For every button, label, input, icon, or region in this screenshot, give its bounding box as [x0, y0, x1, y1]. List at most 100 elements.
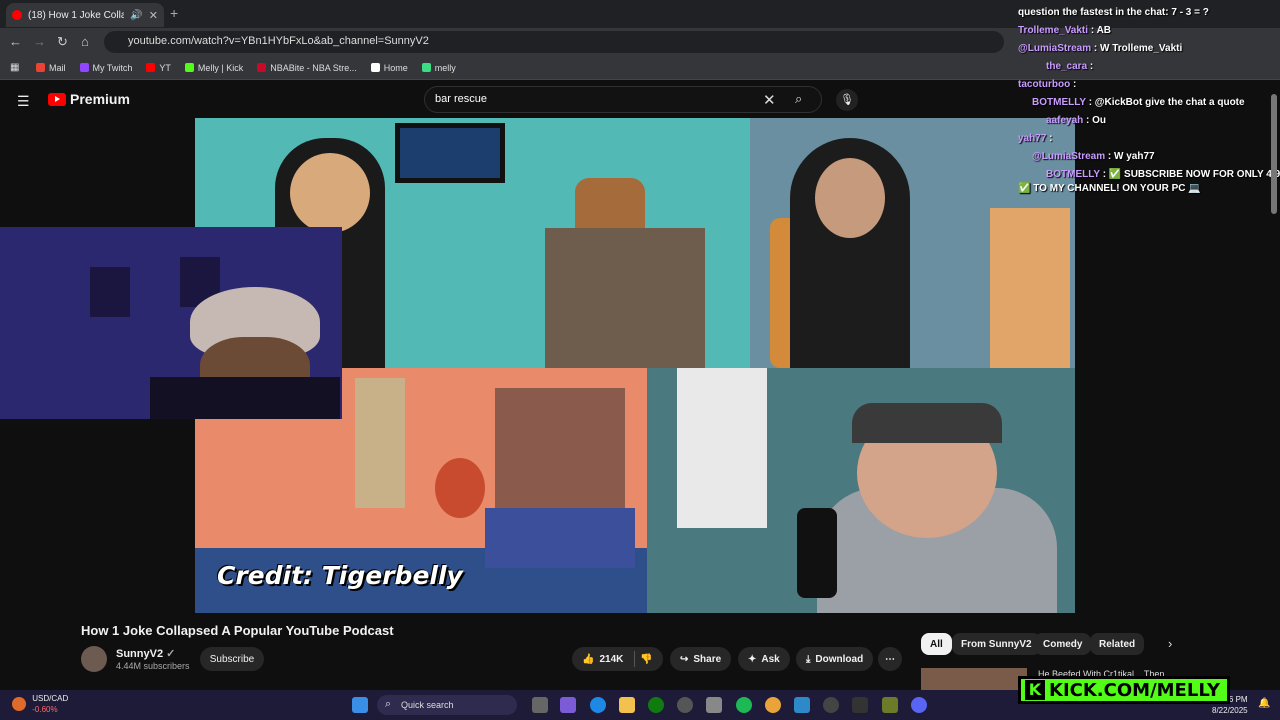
file-explorer-icon[interactable]: [619, 697, 635, 713]
video-panel-bottom-right: [647, 368, 1075, 613]
channel-avatar[interactable]: [81, 646, 107, 672]
recommended-thumbnail[interactable]: [921, 668, 1027, 690]
notification-icon[interactable]: 🔔: [1258, 698, 1270, 709]
taskbar-search[interactable]: ⌕ Quick search: [377, 695, 517, 715]
chat-message: @LumiaStream : W Trolleme_Vakti: [1018, 43, 1183, 54]
kick-channel-banner: K KICK.COM/MELLY: [1018, 676, 1230, 704]
back-icon[interactable]: ←: [9, 34, 22, 49]
verified-icon: ✓: [166, 648, 176, 660]
download-button[interactable]: ⤓ Download: [796, 647, 874, 671]
video-title: How 1 Joke Collapsed A Popular YouTube P…: [81, 623, 394, 638]
couch: [485, 508, 635, 568]
obs-icon[interactable]: [852, 697, 868, 713]
task-view-icon[interactable]: [532, 697, 548, 713]
github-icon[interactable]: [677, 697, 693, 713]
more-actions-button[interactable]: ⋯: [878, 647, 902, 671]
kick-logo-icon: K: [1025, 680, 1045, 700]
chat-message: the_cara :: [1046, 61, 1094, 72]
search-box: ✕ ⌕: [424, 86, 822, 113]
wall-frame: [395, 123, 505, 183]
youtube-logo[interactable]: Premium: [48, 91, 130, 107]
microphone: [797, 508, 837, 598]
host-face: [290, 153, 370, 233]
ticker-widget[interactable]: USD/CAD -0.60%: [12, 693, 68, 715]
photos-icon[interactable]: [794, 697, 810, 713]
new-tab-icon[interactable]: +: [170, 5, 178, 21]
chrome-icon[interactable]: [765, 697, 781, 713]
cartoon-head: [435, 458, 485, 518]
nba-icon: [257, 63, 267, 72]
media-icon[interactable]: [823, 697, 839, 713]
bookmark-mail[interactable]: Mail: [36, 63, 66, 73]
chat-message: @LumiaStream : W yah77: [1032, 151, 1155, 162]
copilot-icon[interactable]: [560, 697, 576, 713]
edge-icon[interactable]: [590, 697, 606, 713]
thumbs-down-icon[interactable]: 👎: [640, 654, 652, 665]
bookmark-kick[interactable]: Melly | Kick: [184, 63, 243, 73]
close-tab-icon[interactable]: ✕: [149, 9, 158, 22]
chat-message: yah77 :: [1018, 133, 1053, 144]
thumbs-up-icon: 👍: [582, 653, 595, 665]
store-icon[interactable]: [706, 697, 722, 713]
melly-icon: [421, 63, 431, 72]
ticker-icon: [12, 697, 26, 711]
browser-tab[interactable]: (18) How 1 Joke Collapsed 🔊 ✕: [6, 3, 164, 27]
streamer-facecam: [0, 227, 342, 419]
wall-frame: [90, 267, 130, 317]
share-button[interactable]: ↪ Share: [670, 647, 732, 671]
bookmark-home[interactable]: Home: [370, 63, 408, 73]
windows-start-icon[interactable]: [352, 697, 368, 713]
video-credit-overlay: Credit: Tigerbelly: [217, 561, 463, 590]
search-icon: ⌕: [385, 698, 392, 710]
chat-message: aafeyah : Ou: [1046, 115, 1107, 126]
subscriber-count: 4.44M subscribers: [116, 661, 190, 671]
streamer-body: [150, 377, 340, 419]
mic-icon[interactable]: 🎙: [836, 89, 858, 111]
headphones: [852, 403, 1002, 443]
cabinet: [545, 228, 705, 368]
like-count: 214K: [599, 653, 624, 665]
chat-message: BOTMELLY : @KickBot give the chat a quot…: [1032, 97, 1245, 108]
twitch-icon: [79, 63, 89, 72]
channel-name[interactable]: SunnyV2 ✓: [116, 647, 175, 660]
bookmark-twitch[interactable]: My Twitch: [79, 63, 132, 73]
app-icon[interactable]: [882, 697, 898, 713]
chat-message: Trolleme_Vakti : AB: [1018, 25, 1112, 36]
subscribe-button[interactable]: Subscribe: [200, 647, 264, 671]
search-input[interactable]: [435, 93, 735, 105]
menu-icon[interactable]: ☰: [17, 93, 30, 110]
audio-icon[interactable]: 🔊: [130, 10, 142, 21]
page-scrollbar[interactable]: [1271, 94, 1277, 214]
chat-message: question the fastest in the chat: 7 - 3 …: [1018, 7, 1209, 18]
chip-comedy[interactable]: Comedy: [1034, 633, 1092, 655]
chip-from-sunnyv2[interactable]: From SunnyV2: [952, 633, 1041, 655]
address-bar[interactable]: youtube.com/watch?v=YBn1HYbFxLo&ab_chann…: [104, 31, 1004, 53]
spotify-icon[interactable]: [736, 697, 752, 713]
bookmark-yt[interactable]: YT: [146, 63, 171, 73]
chip-related[interactable]: Related: [1090, 633, 1145, 655]
kick-icon: [184, 63, 194, 72]
search-icon[interactable]: ⌕: [795, 91, 802, 107]
youtube-favicon-icon: [12, 10, 22, 20]
discord-icon[interactable]: [911, 697, 927, 713]
youtube-icon: [146, 63, 156, 72]
like-button[interactable]: 👍 214K 👎: [572, 647, 663, 671]
xbox-icon[interactable]: [648, 697, 664, 713]
chat-message: ✅ TO MY CHANNEL! ON YOUR PC 💻: [1018, 183, 1201, 194]
reload-icon[interactable]: ↻: [57, 34, 68, 50]
ask-button[interactable]: ✦ Ask: [738, 647, 790, 671]
bookmark-melly[interactable]: melly: [421, 63, 456, 73]
bookmark-nbabite[interactable]: NBABite - NBA Stre...: [257, 63, 357, 73]
chat-message: tacoturboo :: [1018, 79, 1077, 90]
chevron-right-icon[interactable]: ›: [1168, 636, 1172, 651]
chip-all[interactable]: All: [921, 633, 952, 655]
forward-icon[interactable]: →: [33, 34, 46, 49]
home-icon[interactable]: ⌂: [81, 34, 89, 49]
youtube-play-icon: [48, 92, 66, 106]
apps-icon[interactable]: ▦: [10, 62, 19, 73]
url-text: youtube.com/watch?v=YBn1HYbFxLo&ab_chann…: [128, 35, 429, 47]
more-icon: ⋯: [885, 653, 895, 665]
download-icon: ⤓: [806, 653, 811, 665]
clear-search-icon[interactable]: ✕: [763, 91, 776, 109]
guest-face: [815, 158, 885, 238]
